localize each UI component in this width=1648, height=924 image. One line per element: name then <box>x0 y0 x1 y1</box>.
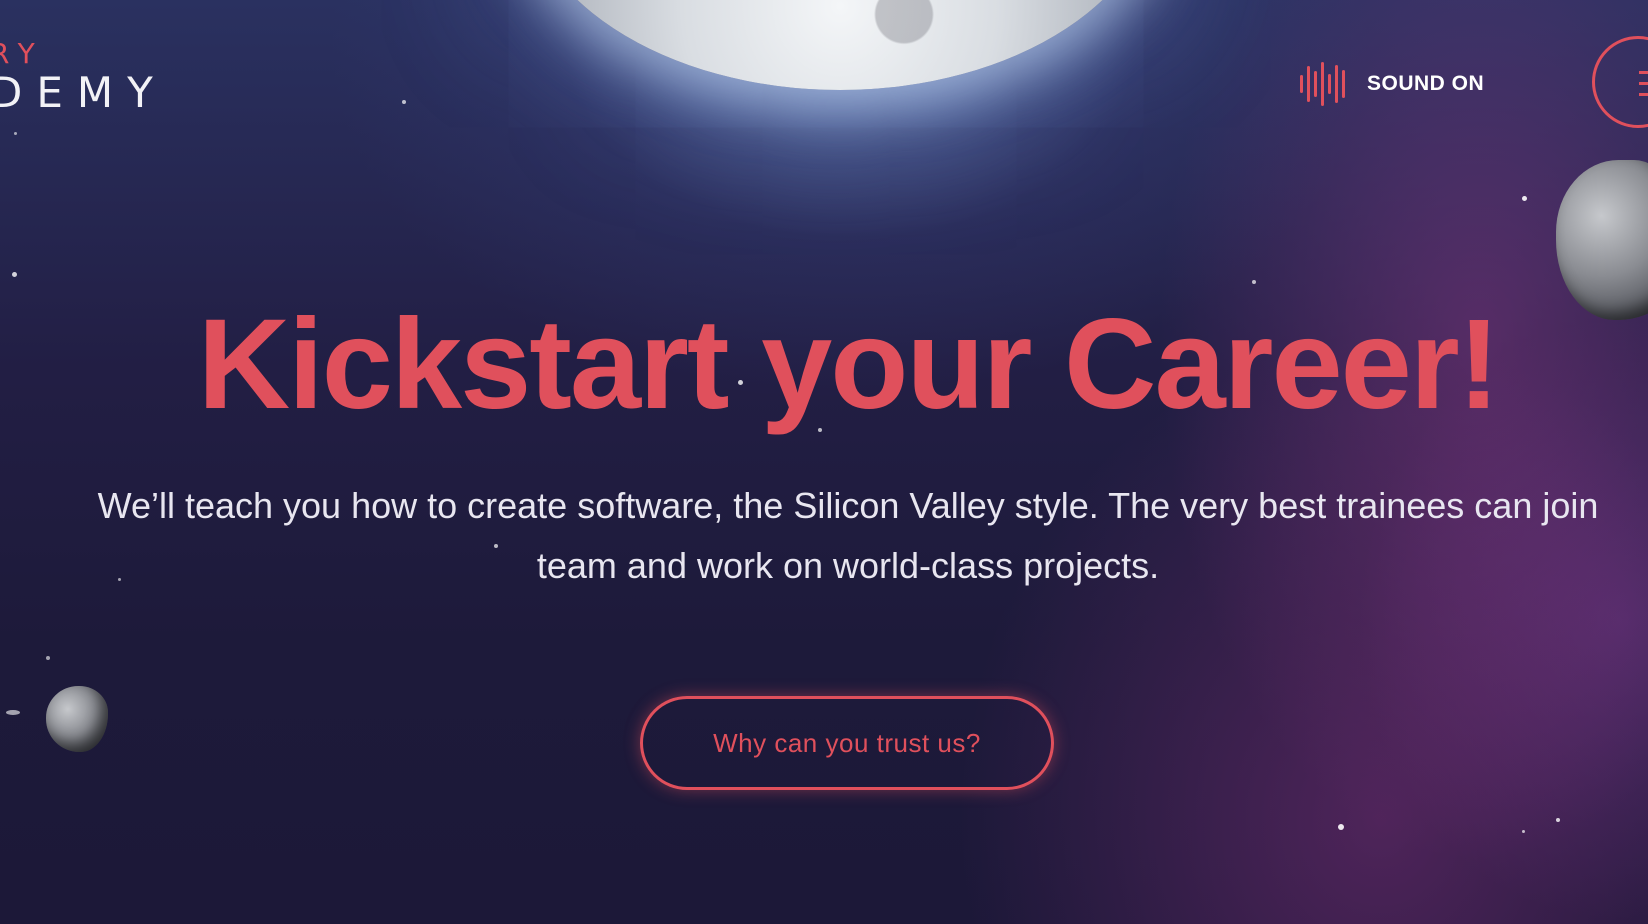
menu-icon <box>1639 71 1648 97</box>
logo-text-bottom: DEMY <box>0 68 167 117</box>
star <box>1522 196 1527 201</box>
planet-image <box>520 0 1160 90</box>
star <box>1252 280 1256 284</box>
star <box>402 100 406 104</box>
star <box>1556 818 1560 822</box>
hero-scene: RY DEMY SOUND ON Kickstart your Career! … <box>0 0 1648 924</box>
trust-us-button[interactable]: Why can you trust us? <box>640 696 1054 790</box>
star <box>1338 824 1344 830</box>
hero-subtitle-line2: team and work on world-class projects. <box>536 545 1160 586</box>
star <box>14 132 17 135</box>
site-logo[interactable]: RY DEMY <box>0 40 167 114</box>
menu-button[interactable] <box>1592 36 1648 128</box>
logo-text-top: RY <box>0 37 45 70</box>
sound-toggle[interactable]: SOUND ON <box>1300 60 1484 108</box>
hero-subtitle-line1: We’ll teach you how to create software, … <box>97 485 1599 526</box>
sound-toggle-label: SOUND ON <box>1367 72 1485 95</box>
star <box>6 710 20 715</box>
star <box>46 656 50 660</box>
hero-subtitle: We’ll teach you how to create software, … <box>0 476 1648 596</box>
sound-wave-icon <box>1300 60 1345 108</box>
hero-headline: Kickstart your Career! <box>197 293 1501 436</box>
asteroid-image <box>46 686 108 752</box>
star <box>12 272 17 277</box>
star <box>1522 830 1525 833</box>
